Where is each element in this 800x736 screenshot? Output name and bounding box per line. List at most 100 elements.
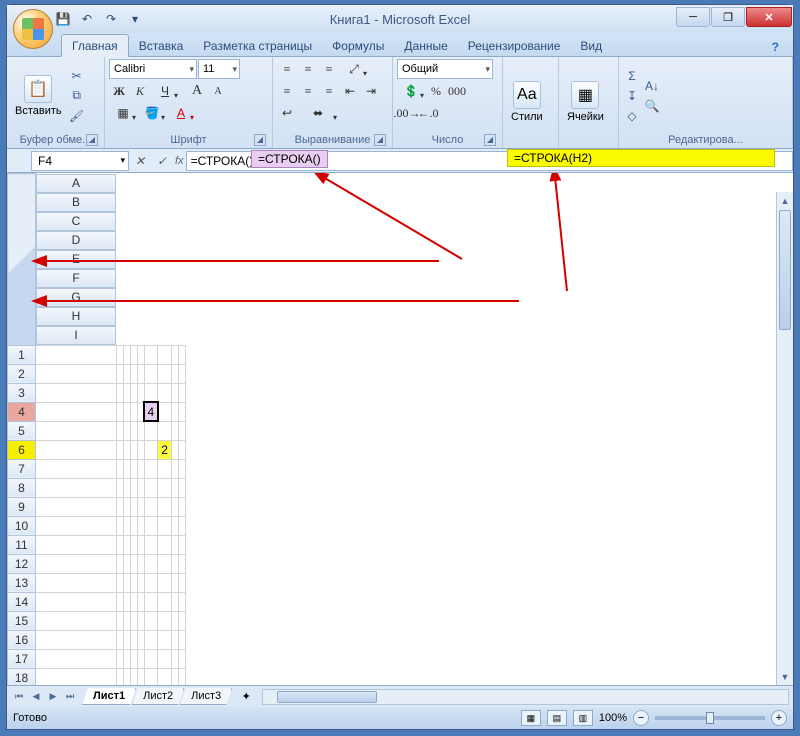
- cell-G7[interactable]: [158, 459, 172, 478]
- clear-icon[interactable]: ◇: [623, 107, 641, 125]
- align-bottom-button[interactable]: ≡: [319, 59, 339, 79]
- cell-I11[interactable]: [178, 535, 185, 554]
- view-pagebreak-button[interactable]: ▥: [573, 710, 593, 726]
- sheet-tab-1[interactable]: Лист1: [82, 688, 136, 705]
- cell-E7[interactable]: [137, 459, 144, 478]
- bold-button[interactable]: Ж: [109, 81, 129, 101]
- cell-E5[interactable]: [137, 421, 144, 440]
- cell-B3[interactable]: [116, 383, 123, 402]
- cell-C12[interactable]: [123, 554, 130, 573]
- cut-icon[interactable]: ✂: [68, 67, 86, 85]
- styles-button[interactable]: Aa Стили: [507, 59, 547, 144]
- col-header-A[interactable]: A: [36, 174, 116, 193]
- cell-F5[interactable]: [144, 421, 158, 440]
- cell-B4[interactable]: [116, 402, 123, 421]
- grow-font-button[interactable]: А: [187, 81, 207, 101]
- cell-A14[interactable]: [36, 592, 117, 611]
- cell-C6[interactable]: [123, 440, 130, 459]
- cells-button[interactable]: ▦ Ячейки: [563, 59, 608, 144]
- cell-F17[interactable]: [144, 649, 158, 668]
- tab-data[interactable]: Данные: [394, 35, 457, 56]
- cell-D15[interactable]: [130, 611, 137, 630]
- cell-E12[interactable]: [137, 554, 144, 573]
- percent-button[interactable]: %: [426, 81, 446, 101]
- row-header-11[interactable]: 11: [8, 535, 36, 554]
- cell-I9[interactable]: [178, 497, 185, 516]
- cell-H4[interactable]: [171, 402, 178, 421]
- help-icon[interactable]: ?: [766, 38, 785, 56]
- cell-A9[interactable]: [36, 497, 117, 516]
- font-name-combo[interactable]: Calibri: [109, 59, 197, 79]
- cell-B1[interactable]: [116, 345, 123, 364]
- sheet-nav-first[interactable]: ⏮: [11, 689, 27, 705]
- cell-A2[interactable]: [36, 364, 117, 383]
- cell-I15[interactable]: [178, 611, 185, 630]
- cell-E8[interactable]: [137, 478, 144, 497]
- cell-E13[interactable]: [137, 573, 144, 592]
- cell-I13[interactable]: [178, 573, 185, 592]
- cell-F13[interactable]: [144, 573, 158, 592]
- cell-D2[interactable]: [130, 364, 137, 383]
- cell-A4[interactable]: [36, 402, 117, 421]
- italic-button[interactable]: К: [130, 81, 150, 101]
- format-painter-icon[interactable]: 🖌: [68, 107, 86, 125]
- cell-B12[interactable]: [116, 554, 123, 573]
- cell-D17[interactable]: [130, 649, 137, 668]
- orientation-button[interactable]: ⤢: [340, 59, 368, 79]
- cell-G15[interactable]: [158, 611, 172, 630]
- cell-D12[interactable]: [130, 554, 137, 573]
- cell-E18[interactable]: [137, 668, 144, 685]
- cell-B6[interactable]: [116, 440, 123, 459]
- cell-B9[interactable]: [116, 497, 123, 516]
- cell-G18[interactable]: [158, 668, 172, 685]
- cell-E6[interactable]: [137, 440, 144, 459]
- cell-G3[interactable]: [158, 383, 172, 402]
- border-button[interactable]: ▦: [109, 103, 137, 123]
- tab-formulas[interactable]: Формулы: [322, 35, 394, 56]
- autosum-icon[interactable]: Σ: [623, 67, 641, 85]
- align-center-button[interactable]: ≡: [298, 81, 318, 101]
- cell-D14[interactable]: [130, 592, 137, 611]
- sheet-tab-3[interactable]: Лист3: [180, 688, 232, 705]
- view-layout-button[interactable]: ▤: [547, 710, 567, 726]
- close-button[interactable]: [746, 7, 792, 27]
- cell-F7[interactable]: [144, 459, 158, 478]
- cell-F12[interactable]: [144, 554, 158, 573]
- cell-H12[interactable]: [171, 554, 178, 573]
- cell-C8[interactable]: [123, 478, 130, 497]
- cell-B5[interactable]: [116, 421, 123, 440]
- cell-I10[interactable]: [178, 516, 185, 535]
- row-header-17[interactable]: 17: [8, 649, 36, 668]
- cell-E2[interactable]: [137, 364, 144, 383]
- cell-E14[interactable]: [137, 592, 144, 611]
- copy-icon[interactable]: ⧉: [68, 87, 86, 105]
- cell-H14[interactable]: [171, 592, 178, 611]
- cell-B18[interactable]: [116, 668, 123, 685]
- col-header-D[interactable]: D: [36, 231, 116, 250]
- cell-C5[interactable]: [123, 421, 130, 440]
- cell-D3[interactable]: [130, 383, 137, 402]
- cell-G1[interactable]: [158, 345, 172, 364]
- row-header-7[interactable]: 7: [8, 459, 36, 478]
- scroll-up-icon[interactable]: ▲: [777, 192, 793, 209]
- cell-B7[interactable]: [116, 459, 123, 478]
- row-header-4[interactable]: 4: [8, 402, 36, 421]
- cell-C13[interactable]: [123, 573, 130, 592]
- vscroll-thumb[interactable]: [779, 210, 791, 330]
- cell-C10[interactable]: [123, 516, 130, 535]
- cell-H9[interactable]: [171, 497, 178, 516]
- cell-F6[interactable]: [144, 440, 158, 459]
- sheet-nav-next[interactable]: ▶: [45, 689, 61, 705]
- row-header-15[interactable]: 15: [8, 611, 36, 630]
- row-header-1[interactable]: 1: [8, 345, 36, 364]
- col-header-F[interactable]: F: [36, 269, 116, 288]
- cell-B10[interactable]: [116, 516, 123, 535]
- tab-review[interactable]: Рецензирование: [458, 35, 571, 56]
- cell-D9[interactable]: [130, 497, 137, 516]
- row-header-5[interactable]: 5: [8, 421, 36, 440]
- cell-D10[interactable]: [130, 516, 137, 535]
- cell-H5[interactable]: [171, 421, 178, 440]
- cell-F2[interactable]: [144, 364, 158, 383]
- cell-C3[interactable]: [123, 383, 130, 402]
- tab-insert[interactable]: Вставка: [129, 35, 194, 56]
